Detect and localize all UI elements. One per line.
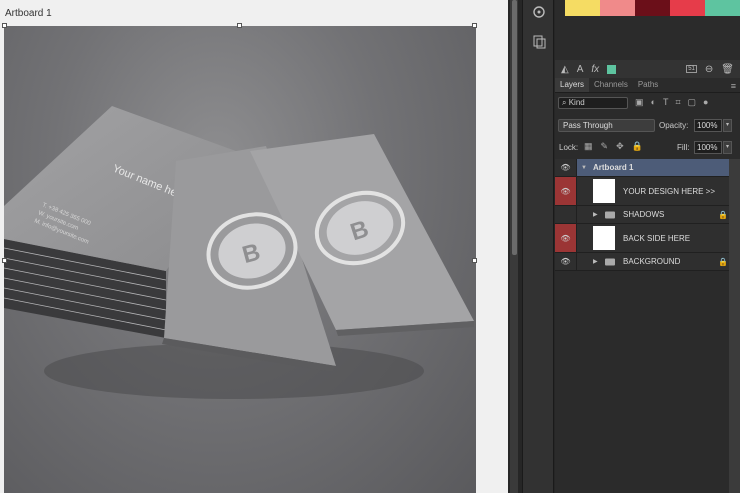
expand-triangle-icon[interactable]: ▼ <box>581 159 587 176</box>
filter-kind-select[interactable]: ⌕ Kind <box>558 97 628 109</box>
business-card-mockup: Your name here T. +38 425 365 000 W. you… <box>4 106 474 399</box>
lock-all-icon[interactable]: 🔒 <box>632 141 643 152</box>
layers-tabs: Layers Channels Paths <box>555 78 740 93</box>
opacity-label: Opacity: <box>659 121 689 130</box>
folder-icon <box>605 258 615 265</box>
layer-name: YOUR DESIGN HERE >> <box>623 186 716 196</box>
expand-triangle-icon[interactable]: ▶ <box>593 206 598 223</box>
layer-row[interactable]: 👁 ▼ Artboard 1 <box>555 159 740 177</box>
layer-row[interactable]: ▶ SHADOWS 🔒 <box>555 206 740 224</box>
visibility-eye-icon[interactable]: 👁 <box>555 177 577 205</box>
smart-object-filter-icon[interactable]: ▢ <box>688 97 697 108</box>
panel-menu-icon[interactable]: ≡ <box>731 81 736 91</box>
tab-layers[interactable]: Layers <box>555 78 590 92</box>
paint-bucket-icon[interactable]: ◭ <box>561 64 569 75</box>
tab-paths[interactable]: Paths <box>633 78 663 92</box>
transform-handle[interactable] <box>472 23 477 28</box>
panel-scrollbar[interactable] <box>729 159 740 493</box>
layer-row[interactable]: 👁 BACK SIDE HERE <box>555 224 740 253</box>
adjustment-filter-icon[interactable]: ◐ <box>651 97 656 108</box>
lock-pixels-icon[interactable]: ✎ <box>601 141 609 152</box>
shape-filter-icon[interactable]: ⌗ <box>675 97 680 108</box>
visibility-eye-icon[interactable]: 👁 <box>555 224 577 252</box>
layer-row[interactable]: 👁 YOUR DESIGN HERE >> <box>555 177 740 206</box>
layer-name: BACKGROUND <box>623 257 681 266</box>
lock-label: Lock: <box>559 143 579 152</box>
layer-name: Artboard 1 <box>593 163 634 172</box>
layers-list: 👁 ▼ Artboard 1 👁 YOUR DESIGN HERE >> ▶ S… <box>555 159 740 271</box>
right-panel: ◭ A fx 51 ⊖ 🗑 Layers Channels Paths ≡ ⌕ … <box>555 0 740 493</box>
lock-position-icon[interactable]: ✥ <box>616 141 624 152</box>
opacity-input[interactable]: 100% <box>694 119 722 132</box>
color-swatch[interactable] <box>565 0 600 16</box>
fx-icon[interactable]: fx <box>591 64 599 75</box>
pixel-filter-icon[interactable]: ▣ <box>635 97 644 108</box>
layer-row[interactable]: 👁 ▶ BACKGROUND 🔒 <box>555 253 740 271</box>
lock-icons: ▦ ✎ ✥ 🔒 <box>584 141 643 152</box>
panel-toolbar: ◭ A fx 51 ⊖ 🗑 <box>555 60 740 78</box>
filter-icons: ▣ ◐ T ⌗ ▢ ● <box>635 97 708 108</box>
fill-input[interactable]: 100% <box>694 141 722 154</box>
transform-handle[interactable] <box>472 258 477 263</box>
color-swatch[interactable] <box>635 0 670 16</box>
folder-icon <box>605 211 615 218</box>
scrollbar-thumb[interactable] <box>512 0 517 255</box>
layer-lock-icon: 🔒 <box>718 210 728 219</box>
color-swatch[interactable] <box>670 0 705 16</box>
layer-name: BACK SIDE HERE <box>623 233 691 243</box>
canvas-area[interactable]: Artboard 1 Your name here T. +38 425 365… <box>0 0 508 493</box>
visibility-eye-icon[interactable] <box>555 206 577 223</box>
artboard[interactable]: Your name here T. +38 425 365 000 W. you… <box>4 26 476 493</box>
panel-icon-column <box>522 0 554 493</box>
trash-icon[interactable]: 🗑 <box>721 64 734 75</box>
color-swatch[interactable] <box>600 0 635 16</box>
type-icon[interactable]: A <box>577 64 584 75</box>
swatches-strip <box>565 0 740 16</box>
transform-handle[interactable] <box>237 23 242 28</box>
properties-icon[interactable] <box>529 2 549 22</box>
layer-thumbnail <box>593 226 615 250</box>
blend-mode-select[interactable]: Pass Through <box>558 119 655 132</box>
layer-lock-icon: 🔒 <box>718 257 728 266</box>
visibility-eye-icon[interactable]: 👁 <box>555 253 577 270</box>
expand-triangle-icon[interactable]: ▶ <box>593 253 598 270</box>
history-icon[interactable] <box>529 32 549 52</box>
filter-kind-label: Kind <box>568 98 585 107</box>
filter-toggle-icon[interactable]: ● <box>703 97 708 108</box>
transform-handle[interactable] <box>2 258 7 263</box>
artboard-label[interactable]: Artboard 1 <box>5 8 52 19</box>
fill-label: Fill: <box>677 143 690 152</box>
color-swatch-icon[interactable] <box>607 64 617 74</box>
opacity-dropdown-icon[interactable]: ▾ <box>723 119 732 132</box>
library-icon[interactable]: 51 <box>686 65 697 73</box>
link-icon[interactable]: ⊖ <box>705 64 713 75</box>
layer-thumbnail <box>593 179 615 203</box>
visibility-eye-icon[interactable]: 👁 <box>555 159 577 176</box>
transform-handle[interactable] <box>2 23 7 28</box>
color-swatch[interactable] <box>705 0 740 16</box>
fill-dropdown-icon[interactable]: ▾ <box>723 141 732 154</box>
type-filter-icon[interactable]: T <box>663 97 669 108</box>
tab-channels[interactable]: Channels <box>589 78 633 92</box>
layer-name: SHADOWS <box>623 210 665 219</box>
lock-transparent-icon[interactable]: ▦ <box>584 141 593 152</box>
